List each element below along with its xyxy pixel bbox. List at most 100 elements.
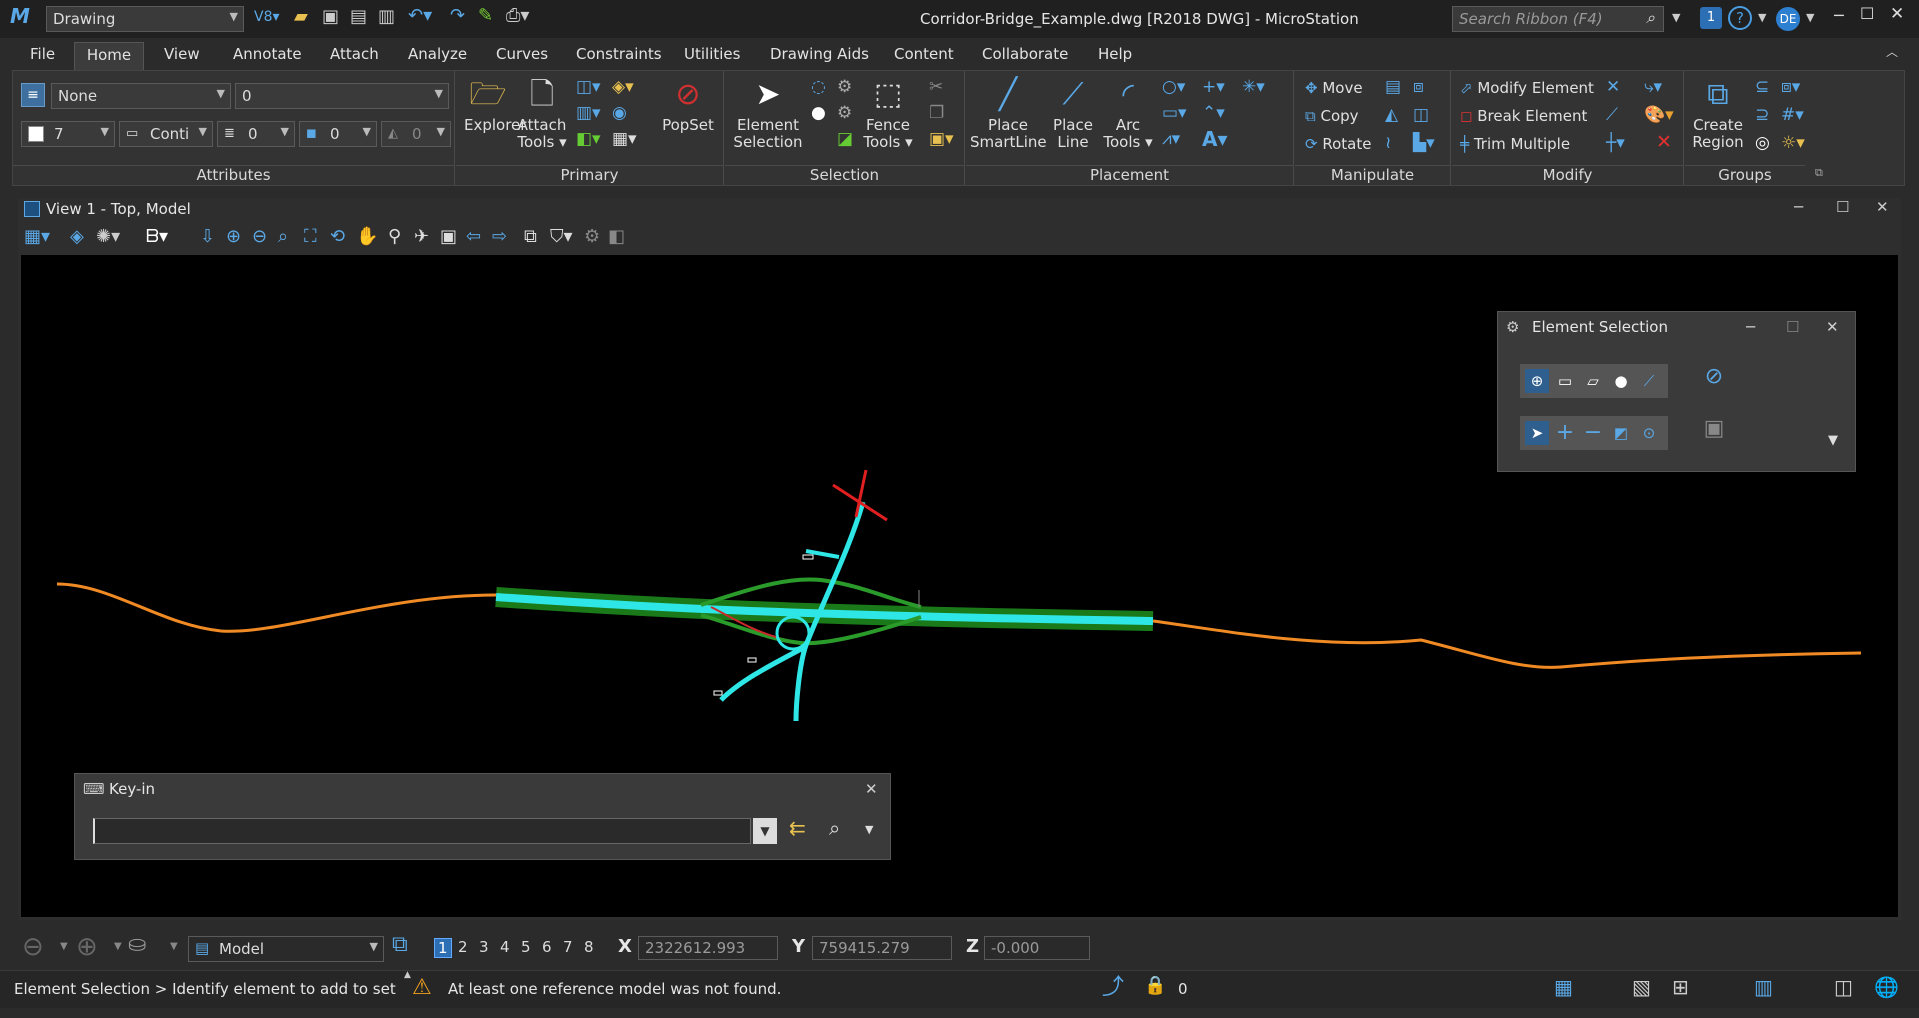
clip-volume-icon[interactable]: ⛉▾ [550, 228, 573, 246]
mode-subtract-icon[interactable]: − [1580, 420, 1606, 446]
model-type-dropdown-icon[interactable]: ▼ [170, 942, 178, 952]
view-attributes-icon[interactable]: ▦▾ [24, 228, 50, 246]
update-view-icon[interactable]: ⇩ [200, 228, 215, 246]
fit-view-icon[interactable]: ⛶ [304, 228, 317, 246]
tab-annotate[interactable]: Annotate [225, 44, 310, 68]
redo-icon[interactable]: ↷ [450, 7, 465, 25]
method-block-icon[interactable]: ▭ [1552, 368, 1578, 394]
clear-selection-icon[interactable]: ⊘ [1698, 366, 1730, 398]
message-expand-icon[interactable]: ▲ [404, 971, 411, 980]
trim-multiple-button[interactable]: ╪ Trim Multiple [1460, 135, 1570, 153]
color-dropdown[interactable]: 7 ▼ [21, 121, 115, 147]
scale-icon[interactable]: ▤ [1385, 77, 1401, 97]
paste-icon[interactable]: ▣▾ [929, 129, 954, 149]
magic-wand-icon[interactable]: ✎ [478, 7, 493, 25]
named-group-icon[interactable]: ⊇ [1755, 105, 1769, 125]
window-area-icon[interactable]: ⌕ [278, 228, 288, 246]
view-next-icon[interactable]: ⇨ [492, 228, 507, 246]
palette-icon[interactable]: 🎨▾ [1644, 105, 1674, 125]
tab-file[interactable]: File [22, 44, 63, 68]
save-settings-icon[interactable]: ▤ [350, 8, 367, 26]
page-4[interactable]: 4 [500, 938, 510, 956]
method-shape-icon[interactable]: ▱ [1580, 368, 1606, 394]
keyin-dropdown-icon[interactable]: ▼ [753, 818, 777, 844]
search-icon[interactable]: ⌕ [1646, 8, 1655, 28]
collapse-ribbon-icon[interactable]: ︿ [1886, 46, 1898, 58]
weight-dropdown[interactable]: ≣ 0 ▼ [217, 121, 295, 147]
clip-mask-icon[interactable]: ⚙ [584, 228, 600, 246]
es-expand-icon[interactable]: ▼ [1828, 434, 1838, 447]
version-icon[interactable]: V8▾ [254, 10, 280, 24]
close-icon[interactable]: ✕ [1890, 6, 1904, 23]
page-7[interactable]: 7 [563, 938, 573, 956]
lighting-icon[interactable]: ✺▾ [96, 228, 120, 246]
page-2[interactable]: 2 [458, 938, 468, 956]
keyin-options-icon[interactable]: ▼ [865, 824, 873, 835]
extend-icon[interactable]: ⟋ [1606, 105, 1618, 125]
bing-icon[interactable]: ᗷ▾ [146, 228, 168, 246]
mirror-icon[interactable]: ◭ [1385, 105, 1398, 125]
curve-icon[interactable]: ⩘▾ [1162, 129, 1180, 149]
references-icon[interactable]: ◫▾ [576, 77, 601, 97]
point-icon[interactable]: +▾ [1202, 77, 1225, 97]
globe-icon[interactable]: 🌐 [1874, 977, 1899, 997]
maximize-icon[interactable]: ☐ [1860, 6, 1874, 22]
levels-icon[interactable]: ◈▾ [612, 77, 634, 97]
print-icon[interactable]: ⎙▾ [506, 7, 529, 25]
tab-drawing-aids[interactable]: Drawing Aids [762, 44, 877, 68]
level-dropdown[interactable]: None ▼ [51, 83, 231, 109]
mode-all-icon[interactable]: ⊙ [1636, 420, 1662, 446]
arc-tools-button[interactable]: ◜ Arc Tools ▾ [1100, 73, 1156, 151]
camera-icon[interactable]: ▣ [440, 228, 457, 246]
trim-icon[interactable]: ✕ [1606, 77, 1620, 97]
back-icon[interactable]: ⊖ [22, 934, 44, 960]
search-dropdown-icon[interactable]: ▼ [1672, 12, 1680, 23]
keyin-input[interactable] [93, 818, 751, 844]
page-6[interactable]: 6 [542, 938, 552, 956]
raster-icon[interactable]: ◧▾ [576, 129, 601, 149]
user-dropdown-icon[interactable]: ▼ [1806, 12, 1814, 23]
page-1[interactable]: 1 [434, 938, 452, 958]
help-icon[interactable]: ? [1728, 6, 1752, 30]
es-maximize-icon[interactable]: ☐ [1786, 312, 1799, 342]
notifications-icon[interactable]: 1 [1700, 7, 1722, 29]
pan-view-icon[interactable]: ✋ [356, 228, 378, 246]
tab-home[interactable]: Home [74, 42, 144, 72]
zoom-in-icon[interactable]: ⊕ [226, 228, 241, 246]
undo-icon[interactable]: ↶▾ [408, 7, 432, 25]
attach-tools-button[interactable]: 🗋 Attach Tools ▾ [516, 73, 568, 151]
tab-analyze[interactable]: Analyze [400, 44, 475, 68]
mode-new-icon[interactable]: ➤ [1524, 420, 1550, 446]
view-maximize-icon[interactable]: ☐ [1836, 200, 1849, 215]
rectangle-icon[interactable]: ▭▾ [1162, 103, 1187, 123]
tab-help[interactable]: Help [1090, 44, 1140, 68]
group-icon[interactable]: ⊆ [1755, 77, 1769, 97]
saved-views-icon[interactable]: ◧ [608, 228, 625, 246]
warning-icon[interactable]: ⚠ [412, 977, 432, 999]
place-smartline-button[interactable]: ╱ Place SmartLine [970, 73, 1047, 151]
level2-dropdown[interactable]: 0 ▼ [235, 83, 449, 109]
accusnap-icon[interactable]: ⤴ [1102, 977, 1124, 999]
select-settings-icon[interactable]: ⚙ [837, 103, 852, 123]
lock-icon[interactable]: 🔒 [1144, 977, 1166, 995]
user-avatar[interactable]: DE [1776, 7, 1800, 31]
place-line-button[interactable]: ⟋ Place Line [1048, 73, 1098, 151]
linestyle-dropdown[interactable]: ▭ Conti ▼ [119, 121, 213, 147]
forward-icon[interactable]: ⊕ [76, 934, 98, 960]
help-dropdown-icon[interactable]: ▼ [1758, 12, 1766, 23]
z-coordinate-field[interactable]: -0.000 [984, 936, 1090, 960]
minimize-icon[interactable]: ─ [1834, 8, 1844, 24]
stretch-icon[interactable]: ≀ [1385, 133, 1391, 153]
priority-dropdown[interactable]: ◭ 0 ▼ [381, 121, 451, 147]
ribbon-search-input[interactable]: Search Ribbon (F4) ⌕ [1452, 6, 1664, 32]
copy-button[interactable]: ⧉ Copy [1305, 107, 1359, 125]
properties-icon[interactable]: ⊞ [1672, 977, 1689, 997]
sheet-index-icon[interactable]: ▧ [1632, 977, 1651, 997]
page-5[interactable]: 5 [521, 938, 531, 956]
target-icon[interactable]: ◎ [1755, 133, 1770, 153]
modify-element-button[interactable]: ⬀ Modify Element [1460, 79, 1594, 97]
tab-utilities[interactable]: Utilities [676, 44, 748, 68]
select-group-icon[interactable]: ◪ [837, 129, 853, 149]
open-folder-icon[interactable]: ▰ [294, 8, 308, 26]
es-minimize-icon[interactable]: ─ [1746, 312, 1755, 342]
